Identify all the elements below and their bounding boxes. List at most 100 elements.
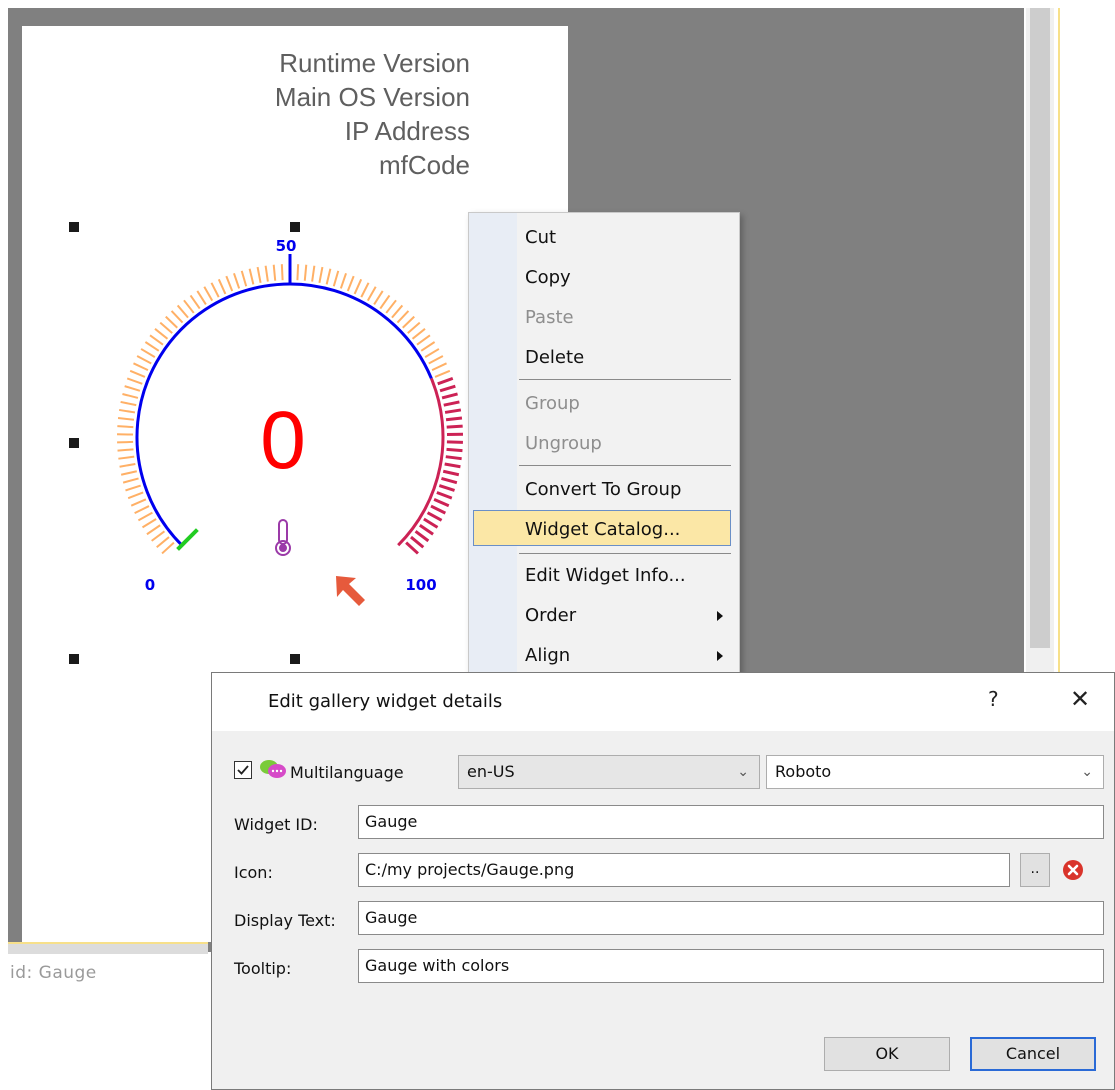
gauge-minor-tick [434,369,451,378]
gauge-minor-tick [311,265,316,282]
icon-path-input[interactable]: C:/my projects/Gauge.png [358,853,1010,887]
chevron-down-icon: ⌄ [737,764,749,780]
font-select[interactable]: Roboto ⌄ [766,755,1104,789]
gauge-minor-tick [165,315,178,329]
ok-button[interactable]: OK [824,1037,950,1071]
gauge-minor-tick [125,484,141,492]
gauge-high-tick [441,476,458,485]
vertical-scrollbar-thumb[interactable] [1030,8,1050,648]
browse-button[interactable]: .. [1020,853,1050,887]
info-runtime-version: Runtime Version [279,48,470,78]
menu-item-align[interactable]: Align [525,645,570,666]
gauge-minor-tick [416,334,431,346]
cancel-button[interactable]: Cancel [970,1037,1096,1071]
gauge-label-0: 0 [145,576,155,594]
menu-separator [519,465,731,466]
help-button[interactable]: ? [988,687,999,711]
language-select-value: en-US [467,762,515,781]
gauge-high-tick [446,424,463,429]
menu-item-convert-to-group[interactable]: Convert To Group [525,479,681,500]
info-ip-address: IP Address [344,116,470,146]
gauge-high-tick [436,491,453,500]
menu-item-widget-catalog[interactable]: Widget Catalog... [525,519,680,540]
menu-separator [519,379,731,380]
gauge-high-tick [433,497,450,508]
gauge-minor-tick [122,393,139,399]
menu-item-ungroup[interactable]: Ungroup [525,433,602,454]
display-text-input[interactable]: Gauge [358,901,1104,935]
menu-item-copy[interactable]: Copy [525,267,571,288]
gauge-minor-tick [120,400,137,407]
gauge-minor-tick [420,341,436,352]
font-select-value: Roboto [775,762,832,781]
menu-item-cut[interactable]: Cut [525,227,556,248]
gauge-widget[interactable]: 50 0 100 0 [80,200,500,620]
gauge-minor-tick [183,299,195,314]
menu-item-group[interactable]: Group [525,393,580,414]
tooltip-input[interactable]: Gauge with colors [358,949,1104,983]
multilanguage-checkbox[interactable] [234,761,252,779]
gauge-minor-tick [117,425,134,429]
resize-handle-bottom-middle[interactable] [290,654,300,664]
horizontal-scrollbar[interactable] [8,942,208,954]
gauge-minor-tick [122,477,139,484]
gauge-minor-tick [346,275,355,292]
gauge-minor-tick [196,290,207,305]
gauge-high-tick [438,484,455,492]
gauge-minor-tick [332,270,340,287]
gauge-minor-tick [210,282,220,298]
gauge-minor-tick [151,530,166,542]
gauge-high-tick [442,469,460,477]
gauge-minor-tick [391,304,404,319]
resize-handle-bottom-left[interactable] [69,654,79,664]
resize-handle-top-left[interactable] [69,222,79,232]
gauge-high-tick [410,535,425,549]
gauge-minor-tick [217,278,227,295]
gauge-minor-tick [127,491,144,500]
widget-id-input[interactable]: Gauge [358,805,1104,839]
gauge-high-tick [439,384,456,393]
pointer-arrow-icon [336,576,365,606]
language-select[interactable]: en-US ⌄ [458,755,760,789]
gauge-minor-tick [428,355,444,365]
gauge-minor-tick [339,273,347,289]
menu-item-paste[interactable]: Paste [525,307,574,328]
context-menu-gutter [469,213,517,675]
gauge-high-tick [405,541,419,555]
gauge-high-tick [446,447,463,453]
gauge-low-marker [176,528,199,551]
gauge-minor-tick [318,266,324,283]
gauge-minor-tick [161,541,175,555]
menu-separator [519,553,731,554]
icon-label: Icon: [234,863,273,882]
menu-item-delete[interactable]: Delete [525,347,584,368]
gauge-minor-tick [407,321,421,334]
gauge-minor-tick [137,511,153,522]
gauge-minor-tick [385,299,397,314]
gauge-minor-tick [296,264,300,281]
close-button[interactable]: ✕ [1070,685,1090,713]
resize-handle-middle-left[interactable] [69,438,79,448]
dialog-title: Edit gallery widget details [268,691,503,712]
menu-item-edit-widget-info[interactable]: Edit Widget Info... [525,565,686,586]
gauge-minor-tick [431,362,447,372]
gauge-value: 0 [260,395,306,486]
gauge-high-tick [423,517,439,529]
gauge-minor-tick [133,362,149,372]
gauge-minor-tick [170,310,184,324]
gauge-minor-tick [264,265,269,282]
multilanguage-label: Multilanguage [290,763,404,782]
thermometer-icon [275,519,291,556]
clear-icon[interactable] [1062,859,1084,881]
gauge-minor-tick [225,275,234,292]
gauge-minor-tick [233,273,241,289]
display-text-label: Display Text: [234,911,336,930]
gauge-high-tick [426,511,443,522]
tooltip-label: Tooltip: [234,959,292,978]
gauge-minor-tick [124,385,141,392]
gauge-minor-tick [360,282,370,298]
gauge-minor-tick [117,417,135,421]
gauge-minor-tick [176,304,189,319]
widget-id-label: Widget ID: [234,815,318,834]
menu-item-order[interactable]: Order [525,605,576,626]
